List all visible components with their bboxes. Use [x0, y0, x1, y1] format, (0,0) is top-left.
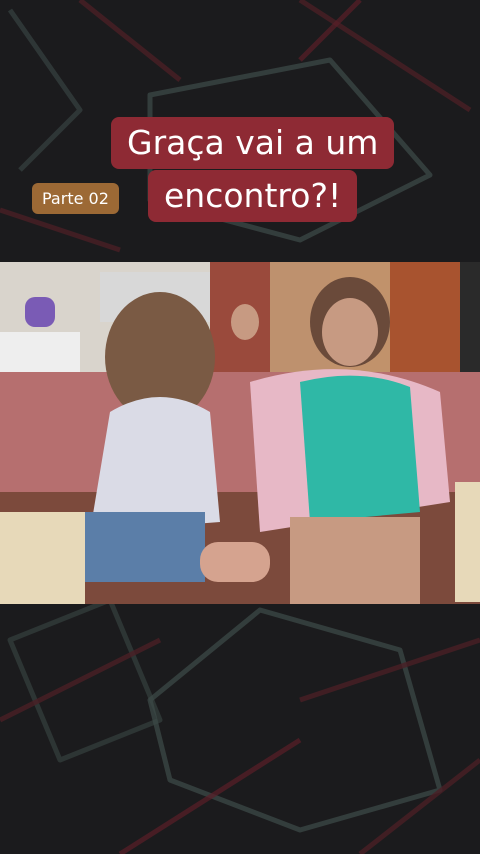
video-player[interactable] — [0, 262, 480, 604]
title-line-2: encontro?! — [148, 170, 358, 222]
part-badge: Parte 02 — [32, 183, 119, 214]
video-frame[interactable] — [0, 262, 480, 604]
title-line-1: Graça vai a um — [111, 117, 395, 169]
